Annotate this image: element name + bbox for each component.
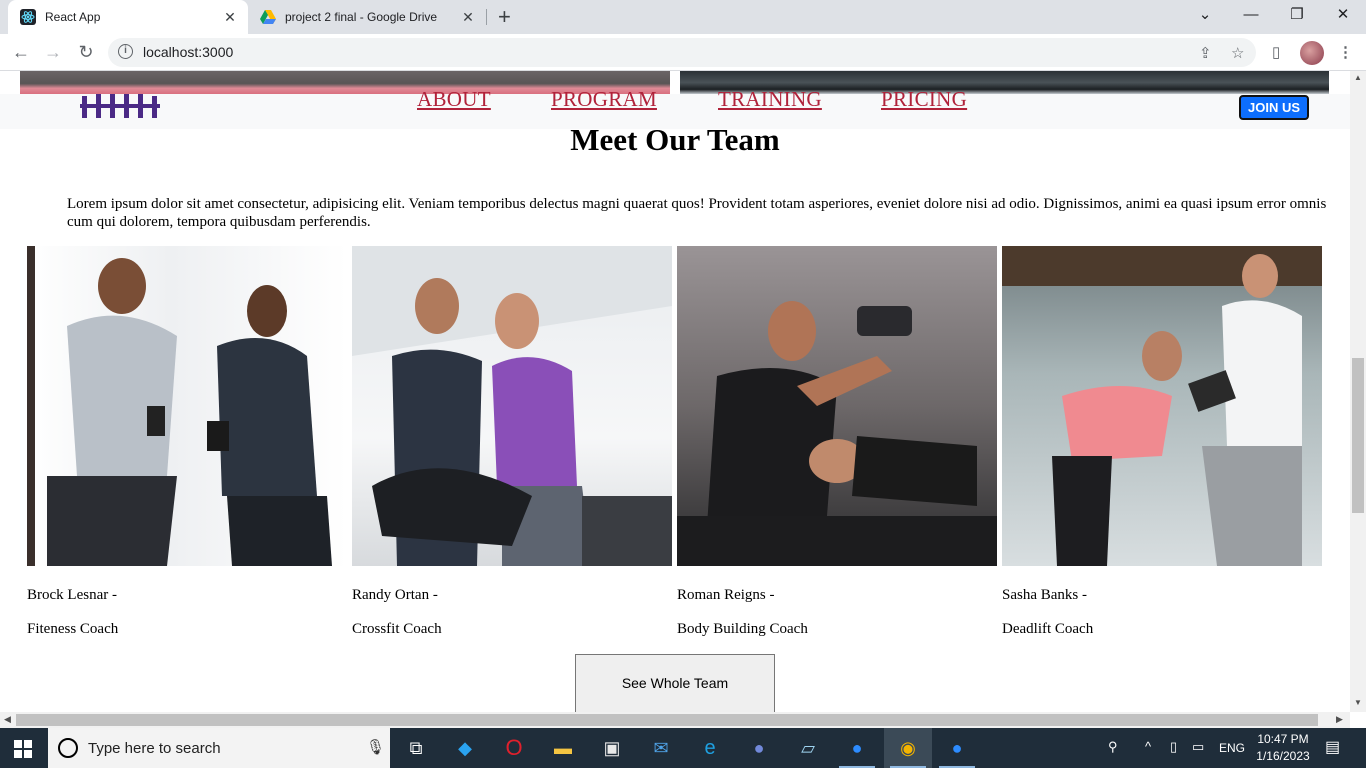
scroll-right-arrow-icon[interactable]: ▶ — [1336, 714, 1343, 725]
join-us-button[interactable]: JOIN US — [1239, 95, 1309, 120]
side-panel-icon[interactable]: ▯ — [1272, 43, 1280, 61]
site-info-icon[interactable]: i — [118, 44, 133, 59]
scroll-down-arrow-icon[interactable]: ▼ — [1350, 698, 1366, 707]
clock-date: 1/16/2023 — [1256, 749, 1310, 763]
address-bar[interactable]: i localhost:3000 ⇪ ☆ — [108, 38, 1256, 67]
team-member-photo — [677, 246, 997, 566]
bookmark-star-icon[interactable]: ☆ — [1231, 44, 1244, 62]
reload-icon[interactable]: ↻ — [73, 40, 99, 66]
minimize-icon[interactable]: — — [1228, 0, 1274, 32]
tab-react-app[interactable]: React App ✕ — [8, 0, 248, 34]
mail-icon[interactable]: ✉ — [637, 728, 685, 768]
url-text[interactable]: localhost:3000 — [143, 44, 233, 60]
search-icon — [58, 738, 78, 758]
notepad-icon[interactable]: ▱ — [784, 728, 832, 768]
team-member-role: Crossfit Coach — [352, 621, 442, 637]
scroll-up-arrow-icon[interactable]: ▲ — [1350, 73, 1366, 82]
vscode-icon[interactable]: ◆ — [441, 728, 489, 768]
back-arrow-icon[interactable]: ← — [8, 40, 34, 66]
close-tab-icon[interactable]: ✕ — [456, 9, 480, 26]
chrome-icon[interactable]: ◉ — [884, 728, 932, 768]
browser-toolbar: ← → ↻ i localhost:3000 ⇪ ☆ ▯ ⋮ — [0, 34, 1366, 71]
tab-title: React App — [45, 10, 101, 24]
horizontal-scrollbar[interactable]: ◀ ▶ — [0, 712, 1350, 728]
menu-kebab-icon[interactable]: ⋮ — [1338, 43, 1353, 61]
people-icon[interactable]: ⚲ — [1108, 739, 1118, 755]
team-member-photo — [1002, 246, 1322, 566]
scroll-left-arrow-icon[interactable]: ◀ — [4, 714, 11, 725]
discord-icon[interactable]: ● — [735, 728, 783, 768]
team-member-name: Brock Lesnar - — [27, 587, 117, 603]
opera-icon[interactable]: O — [490, 728, 538, 768]
site-logo[interactable] — [80, 94, 160, 118]
tab-separator — [486, 9, 487, 25]
nav-link-program[interactable]: PROGRAM — [551, 89, 657, 110]
team-member-role: Deadlift Coach — [1002, 621, 1094, 637]
nav-link-about[interactable]: ABOUT — [417, 89, 491, 110]
battery-icon[interactable]: ▭ — [1192, 739, 1204, 755]
browser-tab-strip: React App ✕ project 2 final - Google Dri… — [0, 0, 1366, 34]
google-drive-icon — [260, 10, 276, 24]
language-indicator[interactable]: ENG — [1219, 741, 1245, 755]
section-title: Meet Our Team — [570, 122, 780, 157]
react-favicon-icon — [20, 9, 36, 25]
share-icon[interactable]: ⇪ — [1199, 44, 1212, 62]
tab-google-drive[interactable]: project 2 final - Google Drive ✕ — [250, 0, 486, 34]
task-view-icon[interactable]: ⧉ — [392, 728, 440, 768]
restore-icon[interactable]: ❐ — [1274, 0, 1320, 32]
file-explorer-icon[interactable]: ▬ — [539, 728, 587, 768]
team-member-name: Roman Reigns - — [677, 587, 775, 603]
search-placeholder: Type here to search — [88, 740, 221, 757]
zoom-icon[interactable]: ● — [833, 728, 881, 768]
forward-arrow-icon[interactable]: → — [40, 40, 66, 66]
windows-taskbar: Type here to search 🎙 ⧉ ◆ O ▬ ▣ ✉ e ● ▱ … — [0, 728, 1366, 768]
team-intro-text: Lorem ipsum dolor sit amet consectetur, … — [67, 196, 1327, 230]
profile-avatar[interactable] — [1300, 41, 1324, 65]
horizontal-scroll-thumb[interactable] — [16, 714, 1318, 726]
new-tab-icon[interactable]: + — [498, 4, 511, 30]
team-member-role: Body Building Coach — [677, 621, 808, 637]
nav-link-training[interactable]: TRAINING — [718, 89, 822, 110]
see-whole-team-button[interactable]: See Whole Team — [575, 654, 775, 712]
clock-time: 10:47 PM — [1257, 732, 1309, 746]
vertical-scroll-thumb[interactable] — [1352, 358, 1364, 513]
taskbar-search-box[interactable]: Type here to search 🎙 — [48, 728, 390, 768]
edge-icon[interactable]: e — [686, 728, 734, 768]
tab-search-chevron-icon[interactable]: ⌄ — [1182, 0, 1228, 32]
notification-icon[interactable]: ▤ — [1325, 737, 1340, 757]
team-member-name: Sasha Banks - — [1002, 587, 1087, 603]
team-member-role: Fiteness Coach — [27, 621, 119, 637]
system-clock[interactable]: 10:47 PM 1/16/2023 — [1248, 731, 1318, 765]
close-window-icon[interactable]: ✕ — [1320, 0, 1366, 32]
tab-title: project 2 final - Google Drive — [285, 10, 438, 24]
nav-link-pricing[interactable]: PRICING — [881, 89, 967, 110]
microphone-icon[interactable]: 🎙 — [366, 738, 385, 756]
microsoft-store-icon[interactable]: ▣ — [588, 728, 636, 768]
zoom-icon[interactable]: ● — [933, 728, 981, 768]
usb-icon[interactable]: ▯ — [1170, 739, 1177, 755]
team-member-photo — [27, 246, 347, 566]
team-member-photo — [352, 246, 672, 566]
page-viewport: ABOUT PROGRAM TRAINING PRICING JOIN US M… — [0, 71, 1350, 712]
vertical-scrollbar[interactable]: ▲ ▼ — [1350, 71, 1366, 712]
show-hidden-icons-chevron-icon[interactable]: ^ — [1145, 739, 1151, 754]
team-member-name: Randy Ortan - — [352, 587, 438, 603]
windows-start-icon[interactable] — [14, 740, 32, 758]
close-tab-icon[interactable]: ✕ — [218, 9, 242, 26]
